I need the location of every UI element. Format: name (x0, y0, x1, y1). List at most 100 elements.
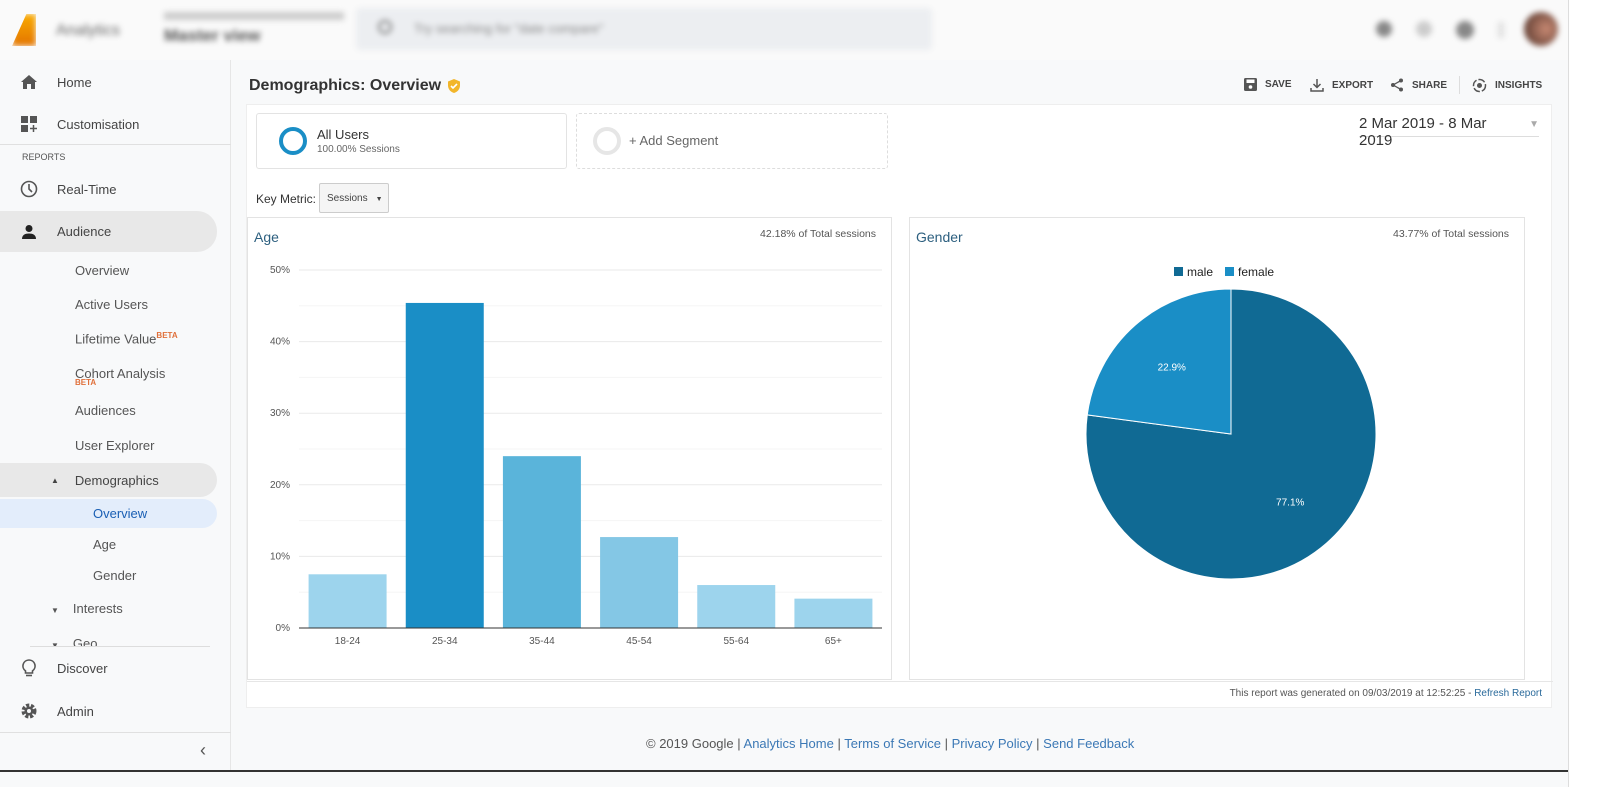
export-label: EXPORT (1332, 79, 1374, 91)
bar-65+ (794, 598, 873, 628)
report-panel: All Users 100.00% Sessions + Add Segment… (246, 104, 1553, 708)
pie-slice-label: 77.1% (1276, 498, 1304, 509)
help-icon[interactable] (1456, 21, 1474, 39)
top-bar: Analytics Master view Try searching for … (0, 0, 1568, 60)
y-tick-label: 10% (270, 551, 290, 562)
caret-up-icon: ▲ (51, 475, 59, 485)
collapse-sidebar-chevron-icon[interactable]: ‹ (200, 740, 206, 761)
y-tick-label: 50% (270, 265, 290, 276)
y-tick-label: 20% (270, 480, 290, 491)
sidebar-item-user-explorer[interactable]: User Explorer (75, 438, 154, 453)
search-input[interactable]: Try searching for "date compare" (356, 8, 932, 50)
gear-icon (19, 702, 39, 720)
analytics-logo (12, 14, 36, 46)
report-generated-note: This report was generated on 09/03/2019 … (1230, 688, 1542, 699)
sidebar-item-realtime[interactable]: Real-Time (0, 169, 217, 209)
date-range-picker[interactable]: 2 Mar 2019 - 8 Mar 2019 ▼ (1359, 115, 1539, 149)
save-label: SAVE (1265, 79, 1292, 90)
x-tick-label: 35-44 (529, 636, 555, 647)
sidebar-item-interests[interactable]: ▼ Interests (51, 601, 123, 616)
home-icon (19, 74, 39, 90)
segment-ring-icon (279, 127, 307, 155)
sidebar-item-cohort-analysis[interactable]: Cohort Analysis BETA (75, 366, 165, 387)
age-bar-chart: 0% 10% 20% 30% 40% 50% 18-24 25-34 35-44 45-54 55-… (270, 265, 882, 647)
sidebar-item-home[interactable]: Home (0, 62, 217, 102)
window-edge (0, 770, 1568, 772)
sidebar-item-label: Home (57, 74, 92, 90)
page-title: Demographics: Overview (249, 77, 461, 95)
sidebar-item-label: Geo (72, 636, 98, 646)
share-icon (1391, 78, 1403, 92)
search-icon (378, 20, 392, 34)
apps-icon[interactable] (1416, 21, 1432, 37)
x-tick-label: 65+ (825, 636, 842, 647)
sidebar-item-admin[interactable]: Admin (0, 691, 217, 731)
key-metric-select[interactable]: Sessions ▼ (319, 183, 389, 213)
feedback-link[interactable]: Send Feedback (1043, 736, 1134, 751)
divider (1459, 76, 1460, 94)
x-tick-label: 18-24 (335, 636, 361, 647)
key-metric-label: Key Metric: (256, 192, 317, 206)
sidebar-item-customisation[interactable]: Customisation (0, 104, 217, 144)
terms-link[interactable]: Terms of Service (844, 736, 941, 751)
y-tick-label: 0% (276, 623, 291, 634)
avatar[interactable] (1524, 12, 1558, 46)
sidebar-item-label: Audience (57, 224, 112, 239)
gender-chart-card: Gender 43.77% of Total sessions male fem… (909, 217, 1525, 680)
sidebar-item-demographics-overview[interactable]: Overview (0, 499, 217, 528)
page-title-text: Demographics: Overview (249, 77, 442, 94)
add-segment-button[interactable]: + Add Segment (576, 113, 888, 169)
footer: © 2019 Google | Analytics Home | Terms o… (646, 736, 1135, 751)
dashboard-add-icon (19, 116, 39, 132)
sidebar-item-audience[interactable]: Audience (0, 211, 217, 252)
x-tick-label: 55-64 (723, 636, 749, 647)
sidebar-item-overview[interactable]: Overview (75, 263, 129, 278)
save-button[interactable]: SAVE (1244, 78, 1292, 91)
copyright: © 2019 Google | (646, 736, 744, 751)
sidebar-item-audiences[interactable]: Audiences (75, 403, 136, 418)
pie-slice-label: 22.9% (1158, 362, 1186, 373)
beta-badge: BETA (156, 331, 178, 340)
share-button[interactable]: SHARE (1390, 78, 1447, 92)
clock-icon (19, 180, 39, 198)
refresh-report-link[interactable]: Refresh Report (1474, 688, 1542, 699)
insights-button[interactable]: INSIGHTS (1472, 78, 1542, 93)
segment-name: All Users (317, 127, 370, 142)
privacy-link[interactable]: Privacy Policy (952, 736, 1033, 751)
view-selector[interactable]: Master view (164, 26, 260, 46)
sidebar-item-discover[interactable]: Discover (0, 648, 217, 688)
sidebar-item-label: Lifetime Value (75, 331, 157, 347)
scrollbar[interactable] (1568, 0, 1600, 787)
save-icon (1244, 78, 1257, 91)
person-icon (19, 224, 39, 240)
sidebar-item-gender[interactable]: Gender (93, 568, 136, 583)
reports-heading: REPORTS (22, 152, 66, 162)
download-icon (1310, 79, 1324, 92)
x-tick-label: 25-34 (432, 636, 458, 647)
y-tick-label: 30% (270, 408, 290, 419)
sidebar-item-lifetime-value[interactable]: Lifetime ValueBETA (75, 331, 178, 346)
app-name: Analytics (56, 22, 121, 39)
account-line (164, 12, 344, 20)
sidebar-item-geo[interactable]: ▼ Geo (51, 636, 98, 646)
sidebar-item-active-users[interactable]: Active Users (75, 297, 148, 312)
caret-down-icon: ▼ (375, 196, 383, 203)
sidebar-item-demographics[interactable]: ▲ Demographics (0, 463, 217, 497)
bar-35-44 (502, 456, 581, 628)
analytics-home-link[interactable]: Analytics Home (744, 736, 834, 751)
insights-label: INSIGHTS (1495, 80, 1543, 91)
sidebar-item-label: Interests (72, 601, 123, 616)
segment-subtext: 100.00% Sessions (317, 144, 400, 155)
export-button[interactable]: EXPORT (1310, 78, 1373, 92)
sidebar-item-label: Demographics (74, 472, 159, 488)
more-icon[interactable] (1498, 22, 1504, 38)
key-metric-value: Sessions (327, 193, 368, 204)
notifications-icon[interactable] (1376, 21, 1392, 37)
bar-25-34 (405, 302, 484, 628)
generated-text: This report was generated on 09/03/2019 … (1229, 688, 1475, 699)
segment-all-users[interactable]: All Users 100.00% Sessions (256, 113, 567, 169)
sidebar-item-label: Customisation (57, 116, 140, 132)
x-tick-label: 45-54 (626, 636, 652, 647)
share-label: SHARE (1412, 79, 1448, 91)
sidebar-item-age[interactable]: Age (93, 537, 116, 552)
